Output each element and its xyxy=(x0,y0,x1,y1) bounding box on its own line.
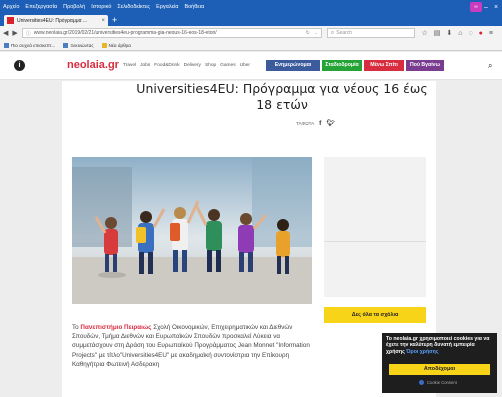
cookie-powered-by: Cookie Consent xyxy=(419,380,457,385)
menu-icon[interactable]: i xyxy=(14,60,25,71)
sidebar-ad-area xyxy=(324,157,426,297)
twitter-icon[interactable]: 🐦︎ xyxy=(326,119,334,127)
accept-cookies-button[interactable]: Αποδέχομαι xyxy=(389,364,490,375)
article-title: Universities4EU: Πρόγραμμα για νέους 16 … xyxy=(136,81,428,112)
going-out-button[interactable]: Πού Βγαίνω xyxy=(406,60,444,71)
nav-delivery[interactable]: Delivery xyxy=(184,63,201,68)
toolbar-icons: ☆ ▤ ⬇ ⌂ ◌ ● ≡ xyxy=(421,29,499,38)
share-label: ΤΛΦΩΤΑ xyxy=(296,120,315,126)
hero-image xyxy=(72,157,312,304)
bookmark-label: Νέα άρθρα xyxy=(108,42,131,48)
tab-title: Universities4EU: Πρόγραμμα ... xyxy=(17,17,88,24)
tab-close-icon[interactable]: × xyxy=(101,18,105,24)
bookmark-most-visited[interactable]: Πιο συχνά επισκεπτ... xyxy=(4,42,56,48)
star-icon[interactable]: ☆ xyxy=(421,29,427,37)
tab-bar: Universities4EU: Πρόγραμμα ... × + xyxy=(0,14,502,26)
article-container: Universities4EU: Πρόγραμμα για νέους 16 … xyxy=(62,81,436,397)
library-icon[interactable]: ▤ xyxy=(434,29,441,37)
favicon-icon xyxy=(7,17,14,24)
bookmark-icon xyxy=(63,42,69,48)
browser-tab[interactable]: Universities4EU: Πρόγραμμα ... × xyxy=(4,15,108,26)
update-button[interactable]: Ενημερώνομαι xyxy=(266,60,320,71)
sync-icon[interactable]: ◌ xyxy=(469,30,473,37)
sidebar-divider xyxy=(324,241,426,242)
powered-label[interactable]: Cookie Consent xyxy=(427,380,457,385)
browser-menubar: Αρχείο Επεξεργασία Προβολή Ιστορικό Σελι… xyxy=(0,0,502,14)
nav-jobs[interactable]: Jobs xyxy=(140,63,150,68)
nav-shop[interactable]: Shop xyxy=(205,63,216,68)
career-button[interactable]: Σταδιοδρομία xyxy=(322,60,362,71)
site-header: i neolaia.gr Travel Jobs Food&Drink Deli… xyxy=(0,52,502,80)
reload-icon[interactable]: ↻ xyxy=(306,30,310,36)
menu-file[interactable]: Αρχείο xyxy=(3,4,19,10)
back-icon[interactable]: ◀ xyxy=(3,29,8,37)
menu-tools[interactable]: Εργαλεία xyxy=(156,4,178,10)
cookie-logo-icon xyxy=(419,380,424,385)
search-placeholder: Search xyxy=(336,30,353,36)
info-icon[interactable]: ⓘ xyxy=(26,30,31,37)
bookmark-label: Πιο συχνά επισκεπτ... xyxy=(11,42,56,48)
rss-icon xyxy=(101,42,107,48)
arrow-icon[interactable]: → xyxy=(313,30,318,36)
nav-travel[interactable]: Travel xyxy=(123,63,136,68)
forward-icon[interactable]: ▶ xyxy=(12,29,17,37)
url-text: www.neolaia.gr/2019/02/21/universities4e… xyxy=(33,30,217,36)
nav-uber[interactable]: Uber xyxy=(240,63,250,68)
cookie-banner: To neolaia.gr χρησιμοποιεί cookies για ν… xyxy=(382,333,497,393)
search-glass-icon: ⌕ xyxy=(330,29,335,36)
terms-link[interactable]: Όροι χρήσης xyxy=(406,349,438,355)
cookie-text-block: To neolaia.gr χρησιμοποιεί cookies για ν… xyxy=(386,336,494,355)
university-link[interactable]: Πανεπιστήμιο Πειραιώς xyxy=(80,324,151,331)
address-bar[interactable]: ⓘ www.neolaia.gr/2019/02/21/universities… xyxy=(21,28,322,38)
search-input[interactable]: ⌕ Search xyxy=(326,28,416,38)
navigation-bar: ◀ ▶ ⓘ www.neolaia.gr/2019/02/21/universi… xyxy=(0,26,502,40)
bookmark-icon xyxy=(4,42,9,48)
overflow-menu-icon[interactable]: ≡ xyxy=(489,30,493,37)
share-bar: ΤΛΦΩΤΑ f 🐦︎ xyxy=(296,119,340,128)
new-tab-button[interactable]: + xyxy=(112,15,117,25)
see-all-comments-button[interactable]: Δες όλα τα σχόλια xyxy=(324,307,426,323)
menu-history[interactable]: Ιστορικό xyxy=(91,4,111,10)
facebook-icon[interactable]: f xyxy=(319,120,321,127)
bookmark-label: Ξεκινώντας xyxy=(70,42,94,48)
students-running-illustration xyxy=(72,157,312,304)
bookmarks-bar: Πιο συχνά επισκεπτ... Ξεκινώντας Νέα άρθ… xyxy=(0,40,502,51)
menu-view[interactable]: Προβολή xyxy=(63,4,85,10)
download-icon[interactable]: ⬇ xyxy=(446,29,452,37)
stay-home-button[interactable]: Μένω Σπίτι xyxy=(364,60,404,71)
menu-bookmarks[interactable]: Σελιδοδείκτες xyxy=(117,4,150,10)
site-logo[interactable]: neolaia.gr xyxy=(67,59,119,71)
article-body: Το Πανεπιστήμιο Πειραιώς Σχολή Οικονομικ… xyxy=(72,323,318,369)
home-icon[interactable]: ⌂ xyxy=(458,30,462,37)
close-window-icon[interactable]: × xyxy=(490,2,502,12)
site-search-icon[interactable]: ⌕ xyxy=(488,61,492,71)
bookmark-news[interactable]: Νέα άρθρα xyxy=(101,42,131,48)
bookmark-getting-started[interactable]: Ξεκινώντας xyxy=(63,42,94,48)
nav-food-drink[interactable]: Food&Drink xyxy=(154,63,179,68)
menu-edit[interactable]: Επεξεργασία xyxy=(25,4,57,10)
menu-help[interactable]: Βοήθεια xyxy=(184,4,204,10)
addon-icon[interactable]: ● xyxy=(479,30,483,37)
nav-games[interactable]: Games xyxy=(220,63,235,68)
site-nav: Travel Jobs Food&Drink Delivery Shop Gam… xyxy=(123,63,254,68)
